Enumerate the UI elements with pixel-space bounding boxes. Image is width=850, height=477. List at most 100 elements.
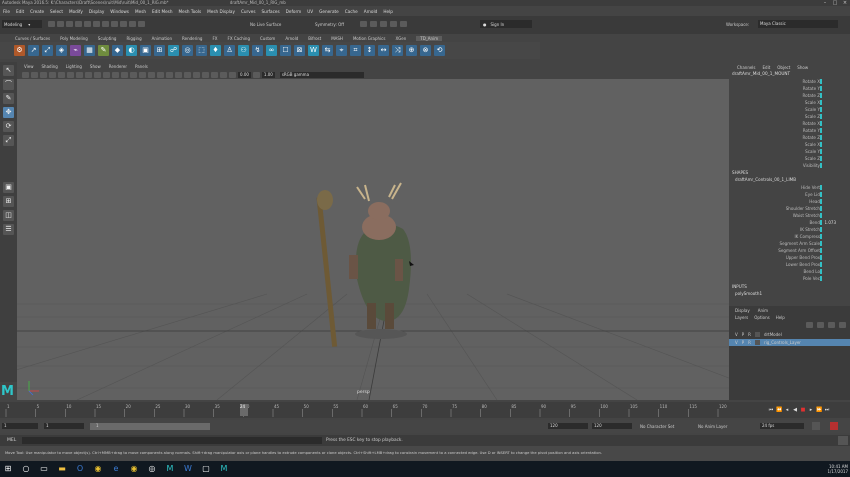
attribute-row[interactable]: Visibility — [729, 162, 850, 169]
color-space-dropdown[interactable]: sRGB gamma — [279, 71, 364, 78]
shelf-tool-icon[interactable]: ⊕ — [406, 45, 417, 56]
wireframe-on-shaded-icon[interactable] — [139, 71, 146, 78]
layer-name[interactable]: drtModel — [764, 332, 782, 337]
shapes-name[interactable]: draftAmr_Controls_00_1_LIMB — [729, 177, 850, 184]
step-forward-frame-icon[interactable]: ▸ — [808, 407, 814, 413]
viewport-menu-panels[interactable]: Panels — [135, 64, 148, 69]
layer-editor-tab[interactable]: Anim — [758, 308, 768, 313]
hypershade-icon[interactable] — [390, 21, 397, 27]
anti-aliasing-icon[interactable] — [193, 71, 200, 78]
paint-select-icon[interactable]: ✎ — [3, 93, 14, 104]
wireframe-icon[interactable] — [121, 71, 128, 78]
attribute-row[interactable]: Hide Vert — [729, 184, 850, 191]
shelf-tab[interactable]: FX — [212, 36, 217, 41]
layer-editor-menu-item[interactable]: Help — [776, 315, 785, 320]
attribute-row[interactable]: Bend Lo — [729, 268, 850, 275]
gamma-field[interactable]: 1.00 — [261, 71, 275, 78]
smooth-shade-icon[interactable] — [130, 71, 137, 78]
safe-title-icon[interactable] — [112, 71, 119, 78]
step-forward-key-icon[interactable]: ⏩ — [816, 407, 822, 413]
menu-item-curves[interactable]: Curves — [241, 9, 256, 14]
shelf-tool-icon[interactable]: ⌗ — [350, 45, 361, 56]
shelf-tool-icon[interactable]: ▦ — [84, 45, 95, 56]
chrome-icon[interactable]: ◉ — [90, 461, 106, 477]
bookmark-icon[interactable] — [40, 71, 47, 78]
shelf-tool-icon[interactable]: ♦ — [210, 45, 221, 56]
menu-item-mesh-tools[interactable]: Mesh Tools — [179, 9, 202, 14]
resolution-gate-icon[interactable] — [76, 71, 83, 78]
attribute-row[interactable]: Segment Arm Offset — [729, 247, 850, 254]
attribute-row[interactable]: Head — [729, 198, 850, 205]
gate-mask-icon[interactable] — [85, 71, 92, 78]
shelf-tab[interactable]: Motion Graphics — [353, 36, 386, 41]
shadows-icon[interactable] — [166, 71, 173, 78]
attribute-row[interactable]: Segment Arm Scale — [729, 240, 850, 247]
lasso-tool-icon[interactable]: ⌒ — [3, 79, 14, 90]
shelf-tool-icon[interactable]: ⬚ — [196, 45, 207, 56]
auto-key-icon[interactable] — [812, 422, 820, 430]
shelf-tab[interactable]: TD_Anim — [416, 35, 443, 41]
layer-row[interactable]: V P RdrtModel — [729, 331, 850, 338]
attribute-row[interactable]: Pole Vec — [729, 275, 850, 282]
layer-visibility-toggle[interactable]: V — [735, 340, 738, 345]
viewport-menu-renderer[interactable]: Renderer — [109, 64, 127, 69]
attribute-row[interactable]: Scale Y — [729, 148, 850, 155]
shelf-tool-icon[interactable]: ◎ — [182, 45, 193, 56]
step-back-frame-icon[interactable]: ◂ — [784, 407, 790, 413]
attribute-row[interactable]: Scale Z — [729, 155, 850, 162]
attribute-row[interactable]: Rotate X — [729, 78, 850, 85]
shelf-tool-icon[interactable]: ⤢ — [42, 45, 53, 56]
xray-icon[interactable] — [211, 71, 218, 78]
open-scene-icon[interactable] — [57, 21, 64, 27]
word-icon[interactable]: W — [180, 461, 196, 477]
character-set-dropdown[interactable]: No Character Set — [640, 424, 674, 429]
attribute-row[interactable]: IK Stretch — [729, 226, 850, 233]
motion-blur-icon[interactable] — [184, 71, 191, 78]
camera-icon[interactable] — [22, 71, 29, 78]
shelf-tool-icon[interactable]: W — [308, 45, 319, 56]
windows-start-icon[interactable]: ⊞ — [0, 461, 16, 477]
shelf-tool-icon[interactable]: ∞ — [266, 45, 277, 56]
workspace-dropdown[interactable]: Maya Classic — [758, 20, 838, 28]
shelf-tool-icon[interactable]: ⚇ — [238, 45, 249, 56]
shelf-tool-icon[interactable]: ⊠ — [294, 45, 305, 56]
layer-name[interactable]: rig_Controls_Layer — [764, 340, 801, 345]
viewport-menu-show[interactable]: Show — [90, 64, 101, 69]
viewport-menu-shading[interactable]: Shading — [42, 64, 58, 69]
exposure-field[interactable]: 0.00 — [238, 71, 251, 78]
attribute-row[interactable]: Eye Lid — [729, 191, 850, 198]
layer-playback-toggle[interactable]: P — [742, 332, 744, 337]
attribute-row[interactable]: Rotate X — [729, 120, 850, 127]
script-editor-icon[interactable] — [838, 436, 848, 445]
character-model[interactable] — [316, 182, 414, 347]
shelf-tab[interactable]: Custom — [260, 36, 275, 41]
film-gate-icon[interactable] — [67, 71, 74, 78]
shelf-tool-icon[interactable]: ◆ — [112, 45, 123, 56]
menu-item-cache[interactable]: Cache — [345, 9, 358, 14]
new-layer-from-selection-icon[interactable] — [839, 322, 846, 328]
ipr-render-icon[interactable] — [370, 21, 377, 27]
app-icon[interactable]: ◎ — [144, 461, 160, 477]
fps-dropdown[interactable]: 24 fps — [760, 423, 804, 429]
attribute-value[interactable]: 1.073 — [825, 220, 836, 225]
layer-playback-toggle[interactable]: P — [742, 340, 744, 345]
viewport-panel[interactable]: View Shading Lighting Show Renderer Panels 0.… — [17, 63, 729, 400]
scale-tool-icon[interactable]: ⤢ — [3, 135, 14, 146]
menu-item-file[interactable]: File — [3, 9, 10, 14]
save-scene-icon[interactable] — [66, 21, 73, 27]
attribute-row[interactable]: Upper Bend Prox — [729, 254, 850, 261]
safe-action-icon[interactable] — [103, 71, 110, 78]
outliner-layout-icon[interactable]: ☰ — [3, 224, 14, 235]
layer-visibility-toggle[interactable]: V — [735, 332, 738, 337]
current-frame-indicator[interactable]: 24 — [240, 404, 248, 416]
menu-item-edit[interactable]: Edit — [16, 9, 24, 14]
shelf-tool-icon[interactable]: ⌁ — [70, 45, 81, 56]
shelf-tool-icon[interactable]: ◈ — [56, 45, 67, 56]
symmetry-label[interactable]: Symmetry: Off — [315, 22, 344, 27]
outlook-icon[interactable]: O — [72, 461, 88, 477]
anim-end-field[interactable]: 120 — [592, 423, 632, 429]
shelf-tab[interactable]: Sculpting — [98, 36, 117, 41]
shelf-tool-icon[interactable]: ⇆ — [322, 45, 333, 56]
maya-taskbar-icon-2[interactable]: M — [216, 461, 232, 477]
shelf-tab[interactable]: Rigging — [126, 36, 141, 41]
